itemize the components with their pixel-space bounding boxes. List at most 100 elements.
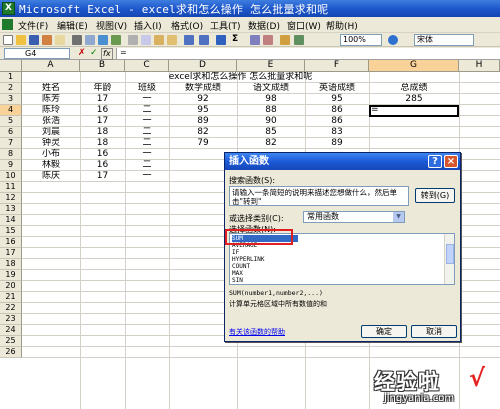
formula-input[interactable]: = (116, 48, 500, 59)
data-cell[interactable]: 17 (80, 116, 125, 127)
autosum-icon[interactable]: Σ (232, 34, 238, 44)
data-cell[interactable]: 陈庆 (22, 171, 80, 182)
menu-help[interactable]: 帮助(H) (326, 19, 358, 32)
data-cell[interactable]: 小布 (22, 149, 80, 160)
function-item[interactable]: HYPERLINK (232, 256, 432, 263)
data-cell[interactable]: 83 (305, 127, 369, 138)
data-cell[interactable]: 79 (169, 138, 237, 149)
header-cell[interactable]: 数学成绩 (169, 83, 237, 94)
data-cell[interactable]: 陈玲 (22, 105, 80, 116)
data-cell[interactable]: 89 (169, 116, 237, 127)
data-cell[interactable]: 90 (237, 116, 305, 127)
row-header[interactable]: 21 (0, 292, 22, 303)
data-cell[interactable]: 98 (237, 94, 305, 105)
data-cell[interactable]: 二 (125, 138, 169, 149)
row-header[interactable]: 10 (0, 171, 22, 182)
row-header[interactable]: 24 (0, 325, 22, 336)
copy-icon[interactable] (141, 35, 151, 45)
row-header[interactable]: 3 (0, 94, 22, 105)
row-header[interactable]: 2 (0, 83, 22, 94)
permission-icon[interactable] (42, 35, 52, 45)
column-header-e[interactable]: E (237, 60, 305, 72)
print-preview-icon[interactable] (85, 35, 95, 45)
data-cell[interactable]: 张浩 (22, 116, 80, 127)
row-header[interactable]: 25 (0, 336, 22, 347)
row-header[interactable]: 9 (0, 160, 22, 171)
row-header[interactable]: 12 (0, 193, 22, 204)
function-item[interactable]: COUNT (232, 263, 432, 270)
data-cell[interactable]: 16 (80, 149, 125, 160)
dialog-close-button[interactable]: × (444, 155, 458, 168)
data-cell[interactable]: 一 (125, 116, 169, 127)
row-header[interactable]: 15 (0, 226, 22, 237)
row-header[interactable]: 22 (0, 303, 22, 314)
row-header[interactable]: 18 (0, 259, 22, 270)
data-cell[interactable]: 17 (80, 171, 125, 182)
row-header[interactable]: 5 (0, 116, 22, 127)
data-cell[interactable]: 17 (80, 94, 125, 105)
select-all-corner[interactable] (0, 60, 22, 72)
row-header[interactable]: 17 (0, 248, 22, 259)
workbook-icon[interactable] (2, 19, 13, 30)
menu-insert[interactable]: 插入(I) (134, 19, 162, 32)
hyperlink-icon[interactable] (216, 35, 226, 45)
data-cell[interactable]: 86 (305, 116, 369, 127)
header-cell[interactable]: 总成绩 (369, 83, 459, 94)
row-header[interactable]: 19 (0, 270, 22, 281)
data-cell[interactable]: 285 (369, 94, 459, 105)
undo-icon[interactable] (184, 35, 194, 45)
data-cell[interactable] (369, 138, 459, 149)
data-cell[interactable]: 一 (125, 94, 169, 105)
function-item[interactable]: MAX (232, 270, 432, 277)
function-item[interactable]: IF (232, 249, 432, 256)
sort-desc-icon[interactable] (263, 35, 273, 45)
data-cell[interactable]: 82 (169, 127, 237, 138)
data-cell[interactable] (369, 116, 459, 127)
data-cell[interactable]: 钟灵 (22, 138, 80, 149)
column-header-b[interactable]: B (80, 60, 125, 72)
drawing-icon[interactable] (294, 35, 304, 45)
data-cell[interactable]: 陈芳 (22, 94, 80, 105)
name-box[interactable]: G4 (4, 48, 70, 59)
data-cell[interactable]: 一 (125, 149, 169, 160)
research-icon[interactable] (111, 35, 121, 45)
data-cell[interactable]: 16 (80, 160, 125, 171)
header-cell[interactable]: 语文成绩 (237, 83, 305, 94)
cancel-formula-button[interactable]: ✗ (78, 48, 86, 58)
sort-asc-icon[interactable] (250, 35, 260, 45)
data-cell[interactable]: 82 (237, 138, 305, 149)
open-icon[interactable] (16, 35, 26, 45)
data-cell[interactable]: 二 (125, 160, 169, 171)
new-icon[interactable] (3, 35, 13, 45)
row-header[interactable]: 1 (0, 72, 22, 83)
print-icon[interactable] (72, 35, 82, 45)
row-header[interactable]: 8 (0, 149, 22, 160)
save-icon[interactable] (29, 35, 39, 45)
ok-button[interactable]: 确定 (361, 325, 407, 338)
column-header-h[interactable]: H (459, 60, 500, 72)
redo-icon[interactable] (199, 35, 209, 45)
row-header[interactable]: 13 (0, 204, 22, 215)
category-select[interactable]: 常用函数 ▼ (303, 211, 405, 223)
data-cell[interactable]: 88 (237, 105, 305, 116)
go-button[interactable]: 转到(G) (415, 188, 455, 203)
zoom-select[interactable]: 100% (340, 34, 382, 46)
menu-window[interactable]: 窗口(W) (287, 19, 321, 32)
row-header[interactable]: 26 (0, 347, 22, 358)
data-cell[interactable]: 86 (305, 105, 369, 116)
header-cell[interactable]: 年龄 (80, 83, 125, 94)
font-select[interactable]: 宋体 (414, 34, 474, 46)
data-cell[interactable]: 92 (169, 94, 237, 105)
spelling-icon[interactable] (98, 35, 108, 45)
menu-view[interactable]: 视图(V) (96, 19, 127, 32)
data-cell[interactable]: 18 (80, 127, 125, 138)
data-cell[interactable]: 二 (125, 105, 169, 116)
help-icon[interactable] (388, 35, 398, 45)
chevron-down-icon[interactable]: ▼ (393, 212, 404, 222)
column-header-g[interactable]: G (369, 60, 459, 72)
function-search-input[interactable]: 请输入一条简短的说明来描述您想做什么，然后单击"转到" (229, 186, 409, 206)
cut-icon[interactable] (128, 35, 138, 45)
data-cell[interactable]: = (369, 105, 459, 116)
row-header[interactable]: 11 (0, 182, 22, 193)
column-header-f[interactable]: F (305, 60, 369, 72)
